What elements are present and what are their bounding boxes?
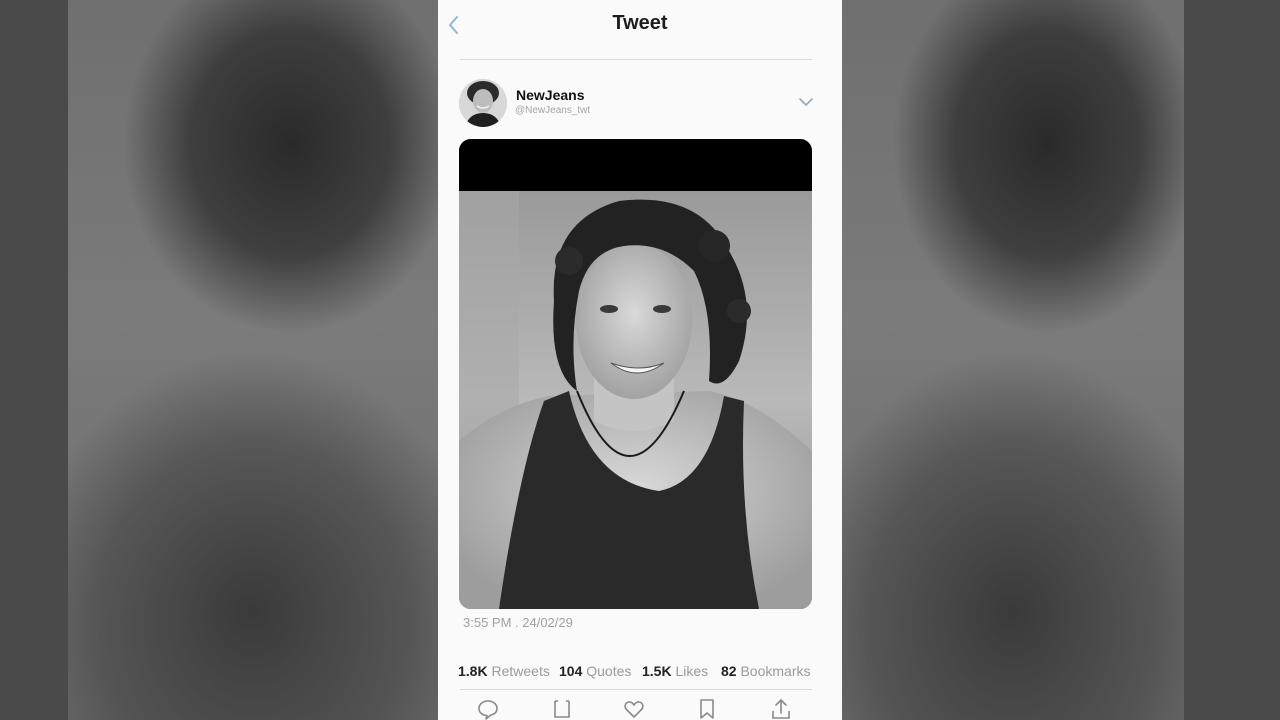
likes-stat[interactable]: 1.5K Likes xyxy=(642,663,708,679)
chevron-down-icon[interactable] xyxy=(797,95,815,109)
tweet-actions xyxy=(438,698,842,720)
likes-count: 1.5K xyxy=(642,663,672,679)
bookmarks-label: Bookmarks xyxy=(740,663,811,679)
bookmark-icon[interactable] xyxy=(696,698,718,720)
avatar[interactable] xyxy=(459,79,507,127)
display-name[interactable]: NewJeans xyxy=(516,87,584,103)
quotes-stat[interactable]: 104 Quotes xyxy=(559,663,631,679)
retweets-count: 1.8K xyxy=(458,663,488,679)
bookmarks-stat[interactable]: 82 Bookmarks xyxy=(721,663,811,679)
actions-divider xyxy=(460,689,812,690)
backdrop-edge-left xyxy=(0,0,68,720)
likes-label: Likes xyxy=(675,663,709,679)
retweets-stat[interactable]: 1.8K Retweets xyxy=(458,663,550,679)
quotes-label: Quotes xyxy=(586,663,632,679)
user-handle[interactable]: @NewJeans_twt xyxy=(515,105,590,116)
tweet-screen: Tweet NewJeans @NewJeans_twt 3:55 PM . 2… xyxy=(438,0,842,720)
header-divider xyxy=(460,59,812,60)
share-icon[interactable] xyxy=(770,698,792,720)
heart-icon[interactable] xyxy=(623,698,645,720)
blurred-background-right xyxy=(842,0,1184,720)
tweet-media[interactable] xyxy=(459,139,812,609)
retweet-icon[interactable] xyxy=(551,698,573,720)
bookmarks-count: 82 xyxy=(721,663,737,679)
quotes-count: 104 xyxy=(559,663,583,679)
blurred-background-left xyxy=(68,0,438,720)
page-title: Tweet xyxy=(612,12,668,34)
tweet-timestamp: 3:55 PM . 24/02/29 xyxy=(463,615,573,630)
comment-icon[interactable] xyxy=(477,698,499,720)
media-letterbox xyxy=(459,139,812,191)
backdrop-edge-right xyxy=(1184,0,1280,720)
tweet-photo xyxy=(459,191,812,609)
retweets-label: Retweets xyxy=(491,663,550,679)
top-bar: Tweet xyxy=(438,0,842,60)
